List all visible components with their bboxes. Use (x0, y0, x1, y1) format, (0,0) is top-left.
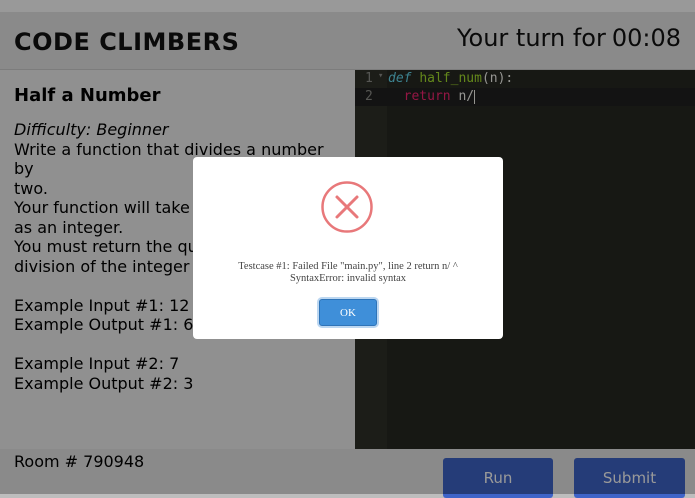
error-message-line: SyntaxError: invalid syntax (289, 273, 407, 284)
error-dialog: Testcase #1: Failed File "main.py", line… (193, 157, 503, 339)
error-x-icon (321, 181, 373, 233)
error-message: Testcase #1: Failed File "main.py", line… (203, 261, 493, 285)
ok-button[interactable]: OK (319, 299, 377, 326)
error-message-line: Testcase #1: Failed File "main.py", line… (238, 261, 458, 272)
